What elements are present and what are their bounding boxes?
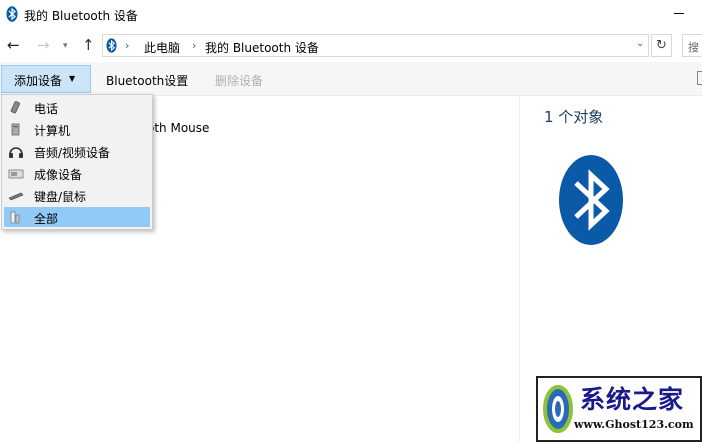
breadcrumb-separator: ›	[125, 39, 130, 52]
menu-item-label: 音频/视频设备	[34, 146, 111, 160]
address-dropdown-chevron-icon[interactable]: ⌄	[636, 38, 644, 49]
refresh-icon[interactable]: ↻	[651, 34, 672, 57]
menu-item-audio-video[interactable]: 音频/视频设备	[4, 141, 150, 161]
up-arrow-icon[interactable]: ↑	[82, 37, 95, 53]
command-bar: 添加设备 ▼ Bluetooth设置 删除设备	[0, 62, 702, 96]
details-pane-toggle-icon[interactable]	[697, 71, 702, 85]
headphones-icon	[9, 147, 23, 158]
breadcrumb-this-pc[interactable]: 此电脑	[144, 39, 180, 56]
menu-item-imaging[interactable]: 成像设备	[4, 163, 150, 183]
bluetooth-logo-icon	[559, 155, 623, 245]
caret-down-icon: ▼	[69, 74, 76, 83]
bluetooth-settings-button[interactable]: Bluetooth设置	[106, 72, 188, 89]
computer-icon	[11, 123, 20, 136]
menu-item-keyboard-mouse[interactable]: 键盘/鼠标	[4, 185, 150, 205]
menu-item-label: 键盘/鼠标	[34, 190, 87, 204]
remove-device-button[interactable]: 删除设备	[215, 72, 263, 89]
back-arrow-icon[interactable]: ←	[7, 37, 20, 53]
add-device-dropdown-menu: 电话 计算机 音频/视频设备 成像设备 键盘/鼠标 全部	[1, 94, 153, 230]
search-input[interactable]: 搜	[682, 34, 702, 57]
menu-item-label: 全部	[34, 212, 59, 226]
all-devices-icon	[10, 211, 20, 224]
breadcrumb-separator: ›	[192, 39, 197, 52]
add-device-label: 添加设备	[14, 74, 63, 88]
phone-icon	[10, 101, 20, 114]
forward-arrow-icon[interactable]: →	[37, 37, 50, 53]
bluetooth-icon	[6, 6, 18, 22]
device-list-item[interactable]: oth Mouse	[147, 121, 209, 135]
object-count: 1 个对象	[544, 108, 604, 126]
menu-item-label: 电话	[34, 102, 59, 116]
keyboard-icon	[8, 192, 24, 201]
menu-item-all[interactable]: 全部	[4, 207, 150, 227]
scanner-icon	[8, 169, 24, 179]
address-bar[interactable]: › 此电脑 › 我的 Bluetooth 设备 ⌄	[102, 34, 649, 57]
menu-item-label: 成像设备	[34, 168, 83, 182]
address-row: ← → ▾ ↑ › 此电脑 › 我的 Bluetooth 设备 ⌄ ↻ 搜	[0, 30, 702, 62]
add-device-button[interactable]: 添加设备 ▼	[1, 65, 91, 93]
menu-item-label: 计算机	[34, 124, 71, 138]
watermark-emblem-icon	[543, 385, 573, 433]
breadcrumb-bluetooth-devices[interactable]: 我的 Bluetooth 设备	[205, 39, 319, 56]
watermark-title: 系统之家	[580, 385, 685, 414]
window-title: 我的 Bluetooth 设备	[24, 9, 138, 23]
watermark-logo: 系统之家 www.Ghost123.com	[536, 376, 702, 442]
menu-item-computer[interactable]: 计算机	[4, 119, 150, 139]
title-bar: 我的 Bluetooth 设备	[0, 0, 702, 30]
bluetooth-icon	[106, 38, 117, 53]
recent-locations-chevron-icon[interactable]: ▾	[63, 38, 68, 54]
watermark-url: www.Ghost123.com	[574, 418, 694, 431]
minimize-button[interactable]	[674, 13, 684, 14]
menu-item-phone[interactable]: 电话	[4, 97, 150, 117]
